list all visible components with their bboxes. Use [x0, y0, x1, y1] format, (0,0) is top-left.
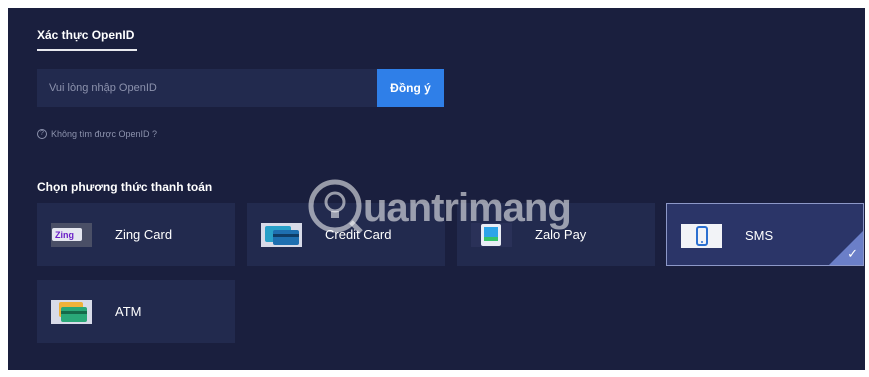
payment-panel: Xác thực OpenID Đồng ý ? Không tìm được …	[8, 8, 865, 370]
method-label: Zalo Pay	[535, 227, 587, 242]
openid-help-link[interactable]: ? Không tìm được OpenID ?	[37, 129, 157, 139]
active-tab-underline	[37, 49, 137, 51]
method-label: Credit Card	[325, 227, 392, 242]
question-circle-icon: ?	[37, 129, 47, 139]
payment-method-sms[interactable]: SMS ✓	[666, 203, 864, 266]
method-label: ATM	[115, 304, 142, 319]
method-label: Zing Card	[115, 227, 173, 242]
credit-card-icon	[261, 223, 302, 247]
openid-input[interactable]	[37, 69, 377, 107]
method-label: SMS	[745, 228, 774, 243]
payment-method-zing-card[interactable]: Zing Zing Card	[37, 203, 235, 266]
zalo-pay-icon	[471, 223, 512, 247]
payment-method-zalo-pay[interactable]: Zalo Pay	[457, 203, 655, 266]
atm-card-icon	[51, 300, 92, 324]
help-text: Không tìm được OpenID ?	[51, 129, 157, 139]
checkmark-icon: ✓	[847, 246, 858, 261]
sms-phone-icon	[681, 224, 722, 248]
payment-method-credit-card[interactable]: Credit Card	[247, 203, 445, 266]
tab-openid-verification[interactable]: Xác thực OpenID	[37, 28, 134, 42]
payment-methods-title: Chọn phương thức thanh toán	[37, 180, 213, 194]
zing-card-icon: Zing	[51, 223, 92, 247]
payment-method-atm[interactable]: ATM	[37, 280, 235, 343]
svg-text:Zing: Zing	[55, 230, 74, 240]
agree-button[interactable]: Đồng ý	[377, 69, 444, 107]
